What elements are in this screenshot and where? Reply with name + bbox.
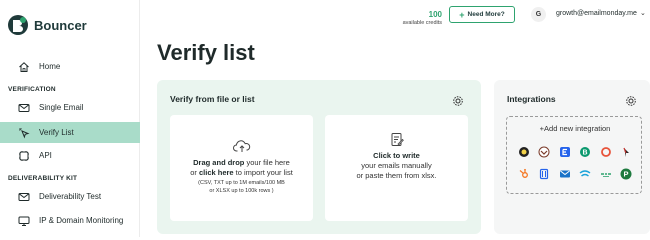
add-integration-box[interactable]: +Add new integration B P xyxy=(506,116,642,194)
section-label-verification: VERIFICATION xyxy=(8,86,56,93)
section-label-deliverability: DELIVERABILITY KIT xyxy=(8,175,78,182)
upload-or-text: or xyxy=(190,168,199,177)
sidebar-item-single-email[interactable]: Single Email xyxy=(0,97,140,118)
integrations-row: B xyxy=(517,145,633,158)
stripe-wave-icon[interactable] xyxy=(599,167,612,180)
klaviyo-icon[interactable] xyxy=(620,145,633,158)
gear-icon[interactable] xyxy=(625,94,637,106)
envelope-icon xyxy=(18,191,30,203)
activecampaign-icon[interactable] xyxy=(599,145,612,158)
sidebar-item-verify-list[interactable]: Verify List xyxy=(0,122,140,143)
write-line2: or paste them from xlsx. xyxy=(356,171,437,180)
integrations-title: Integrations xyxy=(507,94,556,104)
verify-panel: Verify from file or list Drag and drop y… xyxy=(157,80,481,234)
svg-text:B: B xyxy=(583,149,588,156)
chevron-down-icon[interactable]: ⌄ xyxy=(640,9,646,17)
brand-logo[interactable]: Bouncer xyxy=(7,14,87,36)
credits-indicator: 100 available credits xyxy=(396,10,442,26)
write-line1: your emails manually xyxy=(361,161,432,170)
credits-label: available credits xyxy=(402,20,442,26)
sidebar-item-label: IP & Domain Monitoring xyxy=(39,216,124,225)
upload-file-card[interactable]: Drag and drop your file here or click he… xyxy=(170,115,313,221)
mouse-click-icon xyxy=(18,127,30,139)
integrations-panel: Integrations +Add new integration B P xyxy=(494,80,650,234)
sidebar-item-ip-domain-monitoring[interactable]: IP & Domain Monitoring xyxy=(0,210,140,231)
svg-text:P: P xyxy=(624,169,629,178)
monitor-icon xyxy=(18,215,30,227)
integrations-row: P xyxy=(517,167,633,180)
verify-panel-title: Verify from file or list xyxy=(170,94,255,104)
sidebar-item-home[interactable]: Home xyxy=(0,56,140,77)
sidebar-item-api[interactable]: API xyxy=(0,145,140,166)
gear-icon[interactable] xyxy=(452,94,464,106)
pipedrive-icon[interactable]: P xyxy=(620,167,633,180)
need-more-label: Need More? xyxy=(467,11,505,18)
api-icon xyxy=(18,150,30,162)
click-to-write-link[interactable]: Click to write xyxy=(373,151,420,160)
upload-line2-text: to import your list xyxy=(233,168,293,177)
sidebar-item-label: Verify List xyxy=(39,128,74,137)
drag-drop-label: Drag and drop xyxy=(193,158,245,167)
upload-line1-text: your file here xyxy=(244,158,290,167)
brand-name: Bouncer xyxy=(34,17,87,33)
brevo-icon[interactable]: B xyxy=(579,145,592,158)
add-integration-link[interactable]: +Add new integration xyxy=(507,124,643,133)
cloud-upload-icon xyxy=(232,139,251,158)
home-icon xyxy=(18,61,30,73)
sidebar-item-deliverability-test[interactable]: Deliverability Test xyxy=(0,186,140,207)
click-here-link[interactable]: click here xyxy=(199,168,234,177)
bookmark-icon[interactable] xyxy=(538,167,551,180)
page-title: Verify list xyxy=(157,40,255,65)
sidebar-item-label: API xyxy=(39,151,52,160)
campaign-monitor-icon[interactable] xyxy=(538,145,551,158)
avatar[interactable]: G xyxy=(531,7,546,22)
bouncer-logo-icon xyxy=(7,14,29,36)
sidebar-item-label: Single Email xyxy=(39,103,84,112)
sidebar-item-label: Deliverability Test xyxy=(39,192,102,201)
upload-formats-line2: or XLSX up to 100k rows ) xyxy=(209,188,274,194)
need-more-button[interactable]: + Need More? xyxy=(449,6,515,23)
edit-document-icon xyxy=(390,132,404,152)
account-email[interactable]: growth@emailmonday.me xyxy=(556,10,637,17)
sidebar-item-label: Home xyxy=(39,62,61,71)
emailoctopus-icon[interactable] xyxy=(558,145,571,158)
plus-icon: + xyxy=(459,9,465,20)
sendgrid-icon[interactable] xyxy=(579,167,592,180)
credits-value: 100 xyxy=(428,10,442,19)
mailchimp-icon[interactable] xyxy=(517,145,530,158)
sidebar: Bouncer Home VERIFICATION Single Email V… xyxy=(0,0,140,237)
envelope-icon xyxy=(18,102,30,114)
hubspot-icon[interactable] xyxy=(517,167,530,180)
mailerlite-icon[interactable] xyxy=(558,167,571,180)
upload-formats-line1: (CSV, TXT up to 1M emails/100 MB xyxy=(198,180,285,186)
write-emails-card[interactable]: Click to write your emails manually or p… xyxy=(325,115,468,221)
